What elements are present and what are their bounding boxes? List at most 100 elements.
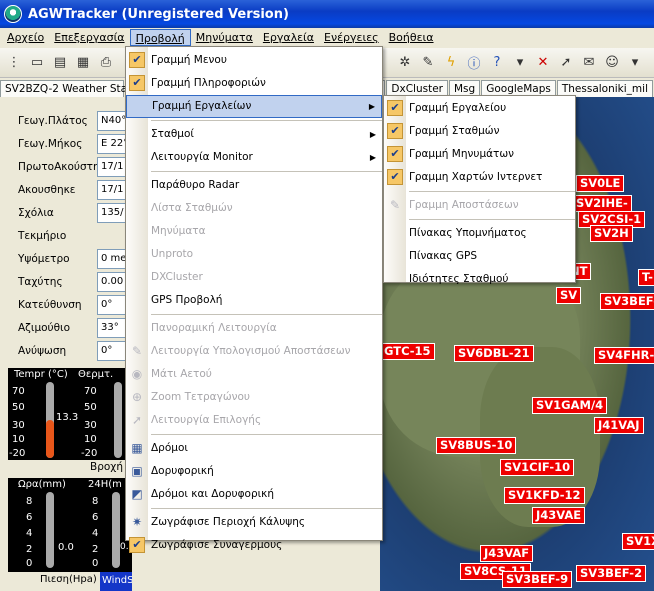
menu-item[interactable]: GPS Προβολή xyxy=(126,289,382,312)
hybrid-icon: ◩ xyxy=(131,487,143,501)
station-label[interactable]: J43VAE xyxy=(532,507,586,524)
station-label[interactable]: SV6DBL-21 xyxy=(454,345,534,362)
station-label[interactable]: J43VAF xyxy=(480,545,534,562)
menu-bar: Αρχείο Επεξεργασία Προβολή Μηνύματα Εργα… xyxy=(0,28,654,47)
menu-item[interactable]: Γραμμή Εργαλείων ▶ xyxy=(126,95,382,118)
gear-icon[interactable]: ✲ xyxy=(395,53,415,73)
menu-item[interactable]: ▦ Δρόμοι xyxy=(126,437,382,460)
field-row: Σχόλια 135/ xyxy=(0,202,132,224)
field-label: Αζιμούθιο xyxy=(18,322,71,334)
menu-view[interactable]: Προβολή xyxy=(129,29,191,46)
menu-item[interactable]: Ιδιότητες Σταθμού xyxy=(384,268,575,291)
field-label: Κατεύθυνση xyxy=(18,299,82,311)
field-label: Τεκμήριο xyxy=(18,230,67,242)
menu-file[interactable]: Αρχείο xyxy=(2,29,49,46)
print-icon[interactable]: ⎙ xyxy=(96,53,116,73)
submenu-arrow-icon: ▶ xyxy=(369,153,376,162)
station-label[interactable]: SV0LE xyxy=(576,175,625,192)
menu-item[interactable]: ✔ Γραμμή Σταθμών xyxy=(384,120,575,143)
menu-messages[interactable]: Μηνύματα xyxy=(191,29,258,46)
thermometer-fill xyxy=(46,420,54,458)
field-row: Γεωγ.Μήκος E 22° xyxy=(0,133,132,155)
mail-icon[interactable]: ✉ xyxy=(579,53,599,73)
menu-actions[interactable]: Ενέργειες xyxy=(319,29,384,46)
tick-label: 2 xyxy=(92,544,99,555)
checkmark-icon: ✔ xyxy=(387,169,403,185)
checkmark-icon: ✔ xyxy=(129,75,145,91)
view-menu: ✔ Γραμμή Μενου ✔ Γραμμή Πληροφοριών Γραμμή Ε… xyxy=(125,46,383,553)
station-label[interactable]: SV2IHE- xyxy=(572,195,632,212)
temperature-value: 13.3 xyxy=(56,412,79,423)
station-label[interactable]: T- xyxy=(638,269,654,286)
menu-item-label: Δρόμοι και Δορυφορική xyxy=(151,488,275,500)
station-label[interactable]: SV1KFD-12 xyxy=(504,487,585,504)
menu-item[interactable]: Λειτουργία Monitor ▶ xyxy=(126,146,382,169)
station-label[interactable]: SV3BEF-2 xyxy=(600,293,654,310)
station-label[interactable]: SV3BEF-2 xyxy=(576,565,647,582)
station-label[interactable]: GTC-15 xyxy=(380,343,435,360)
menu-item[interactable]: Πίνακας GPS xyxy=(384,245,575,268)
menu-item[interactable]: ✔ Γραμμή Μενου xyxy=(126,49,382,72)
lightning-icon[interactable]: ϟ xyxy=(441,53,461,73)
tick-label: 6 xyxy=(92,512,99,523)
menu-item: Μηνύματα xyxy=(126,220,382,243)
menu-item[interactable]: Πίνακας Υπομνήματος xyxy=(384,222,575,245)
new-icon[interactable]: ▭ xyxy=(27,53,47,73)
menu-item[interactable]: ✔ Γραμμη Χαρτών Ιντερνετ xyxy=(384,166,575,189)
tick-label: 8 xyxy=(92,496,99,507)
menu-separator xyxy=(151,171,382,172)
tick-label: -20 xyxy=(9,448,26,459)
station-label[interactable]: J41VAJ xyxy=(594,417,644,434)
menu-item[interactable]: Σταθμοί ▶ xyxy=(126,123,382,146)
save-icon[interactable]: ▦ xyxy=(73,53,93,73)
pointer-icon[interactable]: ➚ xyxy=(556,53,576,73)
menu-item-label: Γραμμη Αποστάσεων xyxy=(409,199,519,211)
info-icon[interactable]: ⓘ xyxy=(464,53,484,73)
open-icon[interactable]: ▤ xyxy=(50,53,70,73)
station-label[interactable]: SV8BUS-10 xyxy=(436,437,517,454)
menu-item-label: Λειτουργία Επιλογής xyxy=(151,414,262,426)
menu-item-label: Μηνύματα xyxy=(151,225,206,237)
menu-item[interactable]: ✔ Γραμμή Μηνυμάτων xyxy=(384,143,575,166)
menu-item[interactable]: ✷ Ζωγράφισε Περιοχή Κάλυψης xyxy=(126,511,382,534)
menu-item[interactable]: ✔ Ζωγράφισε Συναγερμους xyxy=(126,534,382,557)
rain-tube xyxy=(46,492,54,568)
tab-weather-station[interactable]: SV2BZQ-2 Weather Statio xyxy=(0,80,141,97)
station-label[interactable]: SV2H xyxy=(590,225,633,242)
toolbar-submenu: ✔ Γραμμή Εργαλείου ✔ Γραμμή Σταθμών ✔ Γραμμή … xyxy=(383,95,576,285)
station-label[interactable]: SV3BEF-9 xyxy=(502,571,573,588)
menu-item-label: Γραμμή Πληροφοριών xyxy=(151,77,266,89)
overflow-icon[interactable]: ▾ xyxy=(510,53,530,73)
help-icon[interactable]: ? xyxy=(487,53,507,73)
menu-item: Πανοραμική Λειτουργία xyxy=(126,317,382,340)
menu-separator xyxy=(151,508,382,509)
tick-label: 10 xyxy=(12,434,25,445)
ruler-icon[interactable]: ✎ xyxy=(418,53,438,73)
menu-item-label: Ιδιότητες Σταθμού xyxy=(409,273,509,285)
overflow2-icon[interactable]: ▾ xyxy=(625,53,645,73)
window-title: AGWTracker (Unregistered Version) xyxy=(28,6,289,22)
field-row: Κατεύθυνση 0° xyxy=(0,294,132,316)
menu-item[interactable]: ◩ Δρόμοι και Δορυφορική xyxy=(126,483,382,506)
menu-item-label: Γραμμή Μενου xyxy=(151,54,227,66)
menu-item[interactable]: Παράθυρο Radar xyxy=(126,174,382,197)
station-label[interactable]: SV1GAM/4 xyxy=(532,397,608,414)
checkmark-icon: ✔ xyxy=(387,146,403,162)
menu-item[interactable]: ✔ Γραμμή Πληροφοριών xyxy=(126,72,382,95)
menu-tools[interactable]: Εργαλεία xyxy=(258,29,319,46)
delete-icon[interactable]: ✕ xyxy=(533,53,553,73)
menu-item: ✎ Λειτουργία Υπολογισμού Αποστάσεων xyxy=(126,340,382,363)
menu-item[interactable]: ✔ Γραμμή Εργαλείου xyxy=(384,97,575,120)
menu-edit[interactable]: Επεξεργασία xyxy=(49,29,129,46)
menu-item-label: Λειτουργία Υπολογισμού Αποστάσεων xyxy=(151,345,351,357)
checkmark-icon: ✔ xyxy=(129,537,145,553)
station-label[interactable]: SV1X xyxy=(622,533,654,550)
tick-label: 4 xyxy=(92,528,99,539)
tick-label: 30 xyxy=(84,420,97,431)
station-label[interactable]: SV1CIF-10 xyxy=(500,459,575,476)
menu-item[interactable]: ▣ Δορυφορική xyxy=(126,460,382,483)
people-icon[interactable]: ☺ xyxy=(602,53,622,73)
station-label[interactable]: SV4FHR- xyxy=(594,347,654,364)
menu-separator xyxy=(151,314,382,315)
menu-help[interactable]: Βοήθεια xyxy=(384,29,439,46)
